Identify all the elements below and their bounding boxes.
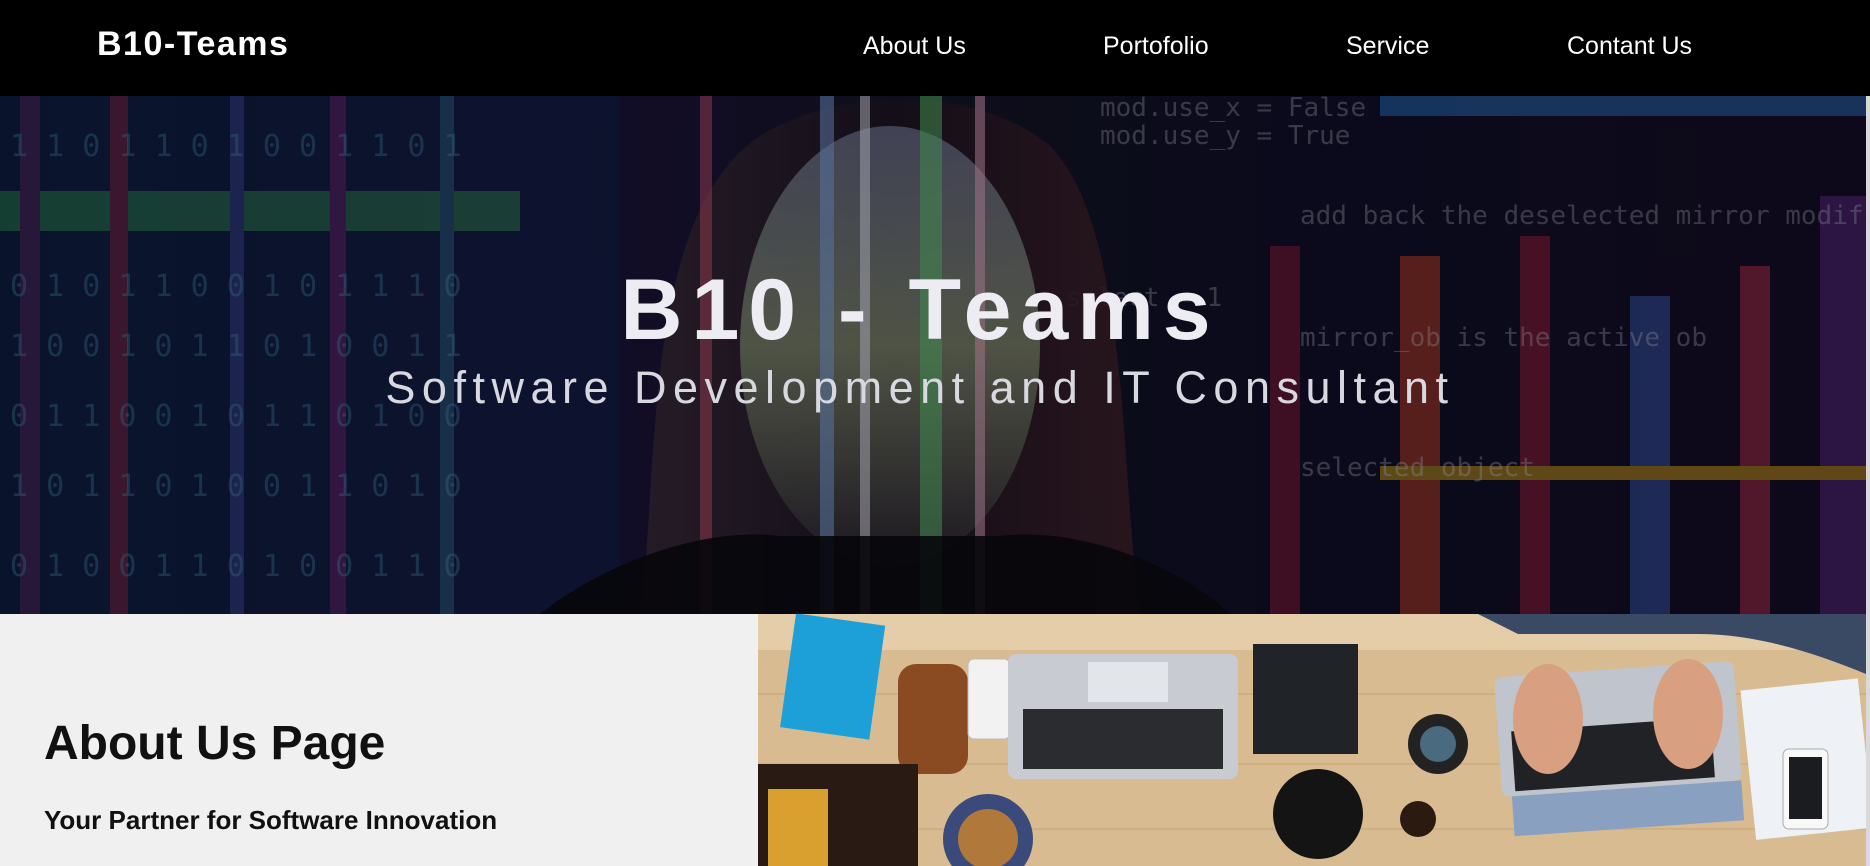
top-navbar: B10-Teams About Us Portofolio Service Co… bbox=[0, 0, 1870, 96]
about-tagline: Your Partner for Software Innovation bbox=[44, 805, 498, 835]
page-edge-strip bbox=[1866, 96, 1870, 866]
nav-link-portfolio[interactable]: Portofolio bbox=[1103, 30, 1209, 62]
about-title: About Us Page bbox=[44, 717, 386, 770]
nav-link-service[interactable]: Service bbox=[1346, 30, 1429, 62]
about-section: About Us Page Your Partner for Software … bbox=[0, 614, 758, 866]
hero-subtitle: Software Development and IT Consultant bbox=[385, 362, 1455, 413]
hero-banner: 1 1 0 1 1 0 1 0 0 1 1 0 1 0 1 0 1 1 0 0 … bbox=[0, 96, 1866, 614]
nav-link-about-us[interactable]: About Us bbox=[863, 30, 966, 62]
about-workspace-image bbox=[758, 614, 1866, 866]
workspace-photo bbox=[758, 614, 1866, 866]
nav-link-contact-us[interactable]: Contant Us bbox=[1567, 30, 1692, 62]
hero-title: B10 - Teams bbox=[620, 261, 1220, 358]
brand-logo-link[interactable]: B10-Teams bbox=[97, 24, 289, 64]
